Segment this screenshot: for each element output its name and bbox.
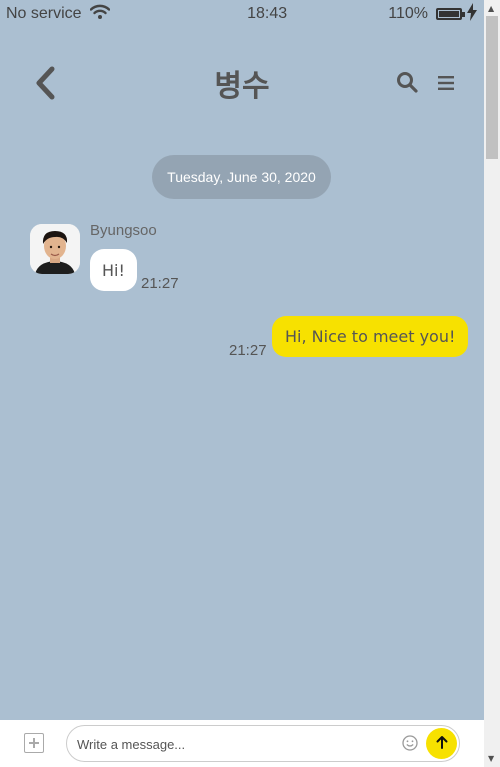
message-text: Hi, Nice to meet you! bbox=[285, 327, 456, 346]
message-composer bbox=[0, 720, 484, 767]
message-time: 21:27 bbox=[141, 275, 179, 292]
status-time: 18:43 bbox=[247, 5, 288, 22]
scroll-up-icon[interactable]: ▲ bbox=[488, 4, 494, 13]
message-time: 21:27 bbox=[229, 342, 267, 359]
carrier-label: No service bbox=[6, 5, 82, 22]
sender-name: Byungsoo bbox=[90, 222, 157, 239]
chat-header: 병수 bbox=[0, 55, 484, 111]
scroll-down-icon[interactable]: ▼ bbox=[488, 754, 494, 763]
plus-square-icon[interactable] bbox=[24, 733, 44, 753]
arrow-up-icon bbox=[435, 734, 449, 753]
message-input[interactable] bbox=[77, 732, 387, 756]
search-button[interactable] bbox=[396, 71, 418, 97]
message-input-wrapper[interactable] bbox=[66, 725, 460, 762]
smiley-icon[interactable] bbox=[402, 735, 418, 755]
send-button[interactable] bbox=[426, 728, 457, 759]
outgoing-message-bubble[interactable]: Hi, Nice to meet you! bbox=[272, 316, 469, 357]
scrollbar-thumb[interactable] bbox=[486, 16, 498, 159]
status-right: 110% bbox=[388, 2, 478, 26]
battery-icon bbox=[436, 8, 465, 20]
avatar[interactable] bbox=[30, 224, 80, 274]
message-text: Hi! bbox=[102, 260, 125, 280]
charging-icon bbox=[466, 2, 478, 26]
scrollbar[interactable]: ▲ ▼ bbox=[484, 0, 500, 767]
date-divider: Tuesday, June 30, 2020 bbox=[152, 155, 331, 199]
battery-percent: 110% bbox=[388, 5, 428, 22]
search-icon bbox=[396, 72, 418, 97]
incoming-message-bubble[interactable]: Hi! bbox=[90, 249, 137, 291]
wifi-icon bbox=[89, 4, 110, 25]
menu-button[interactable] bbox=[438, 75, 454, 94]
menu-icon bbox=[438, 75, 454, 94]
status-bar: No service 18:43 110% bbox=[0, 0, 484, 28]
